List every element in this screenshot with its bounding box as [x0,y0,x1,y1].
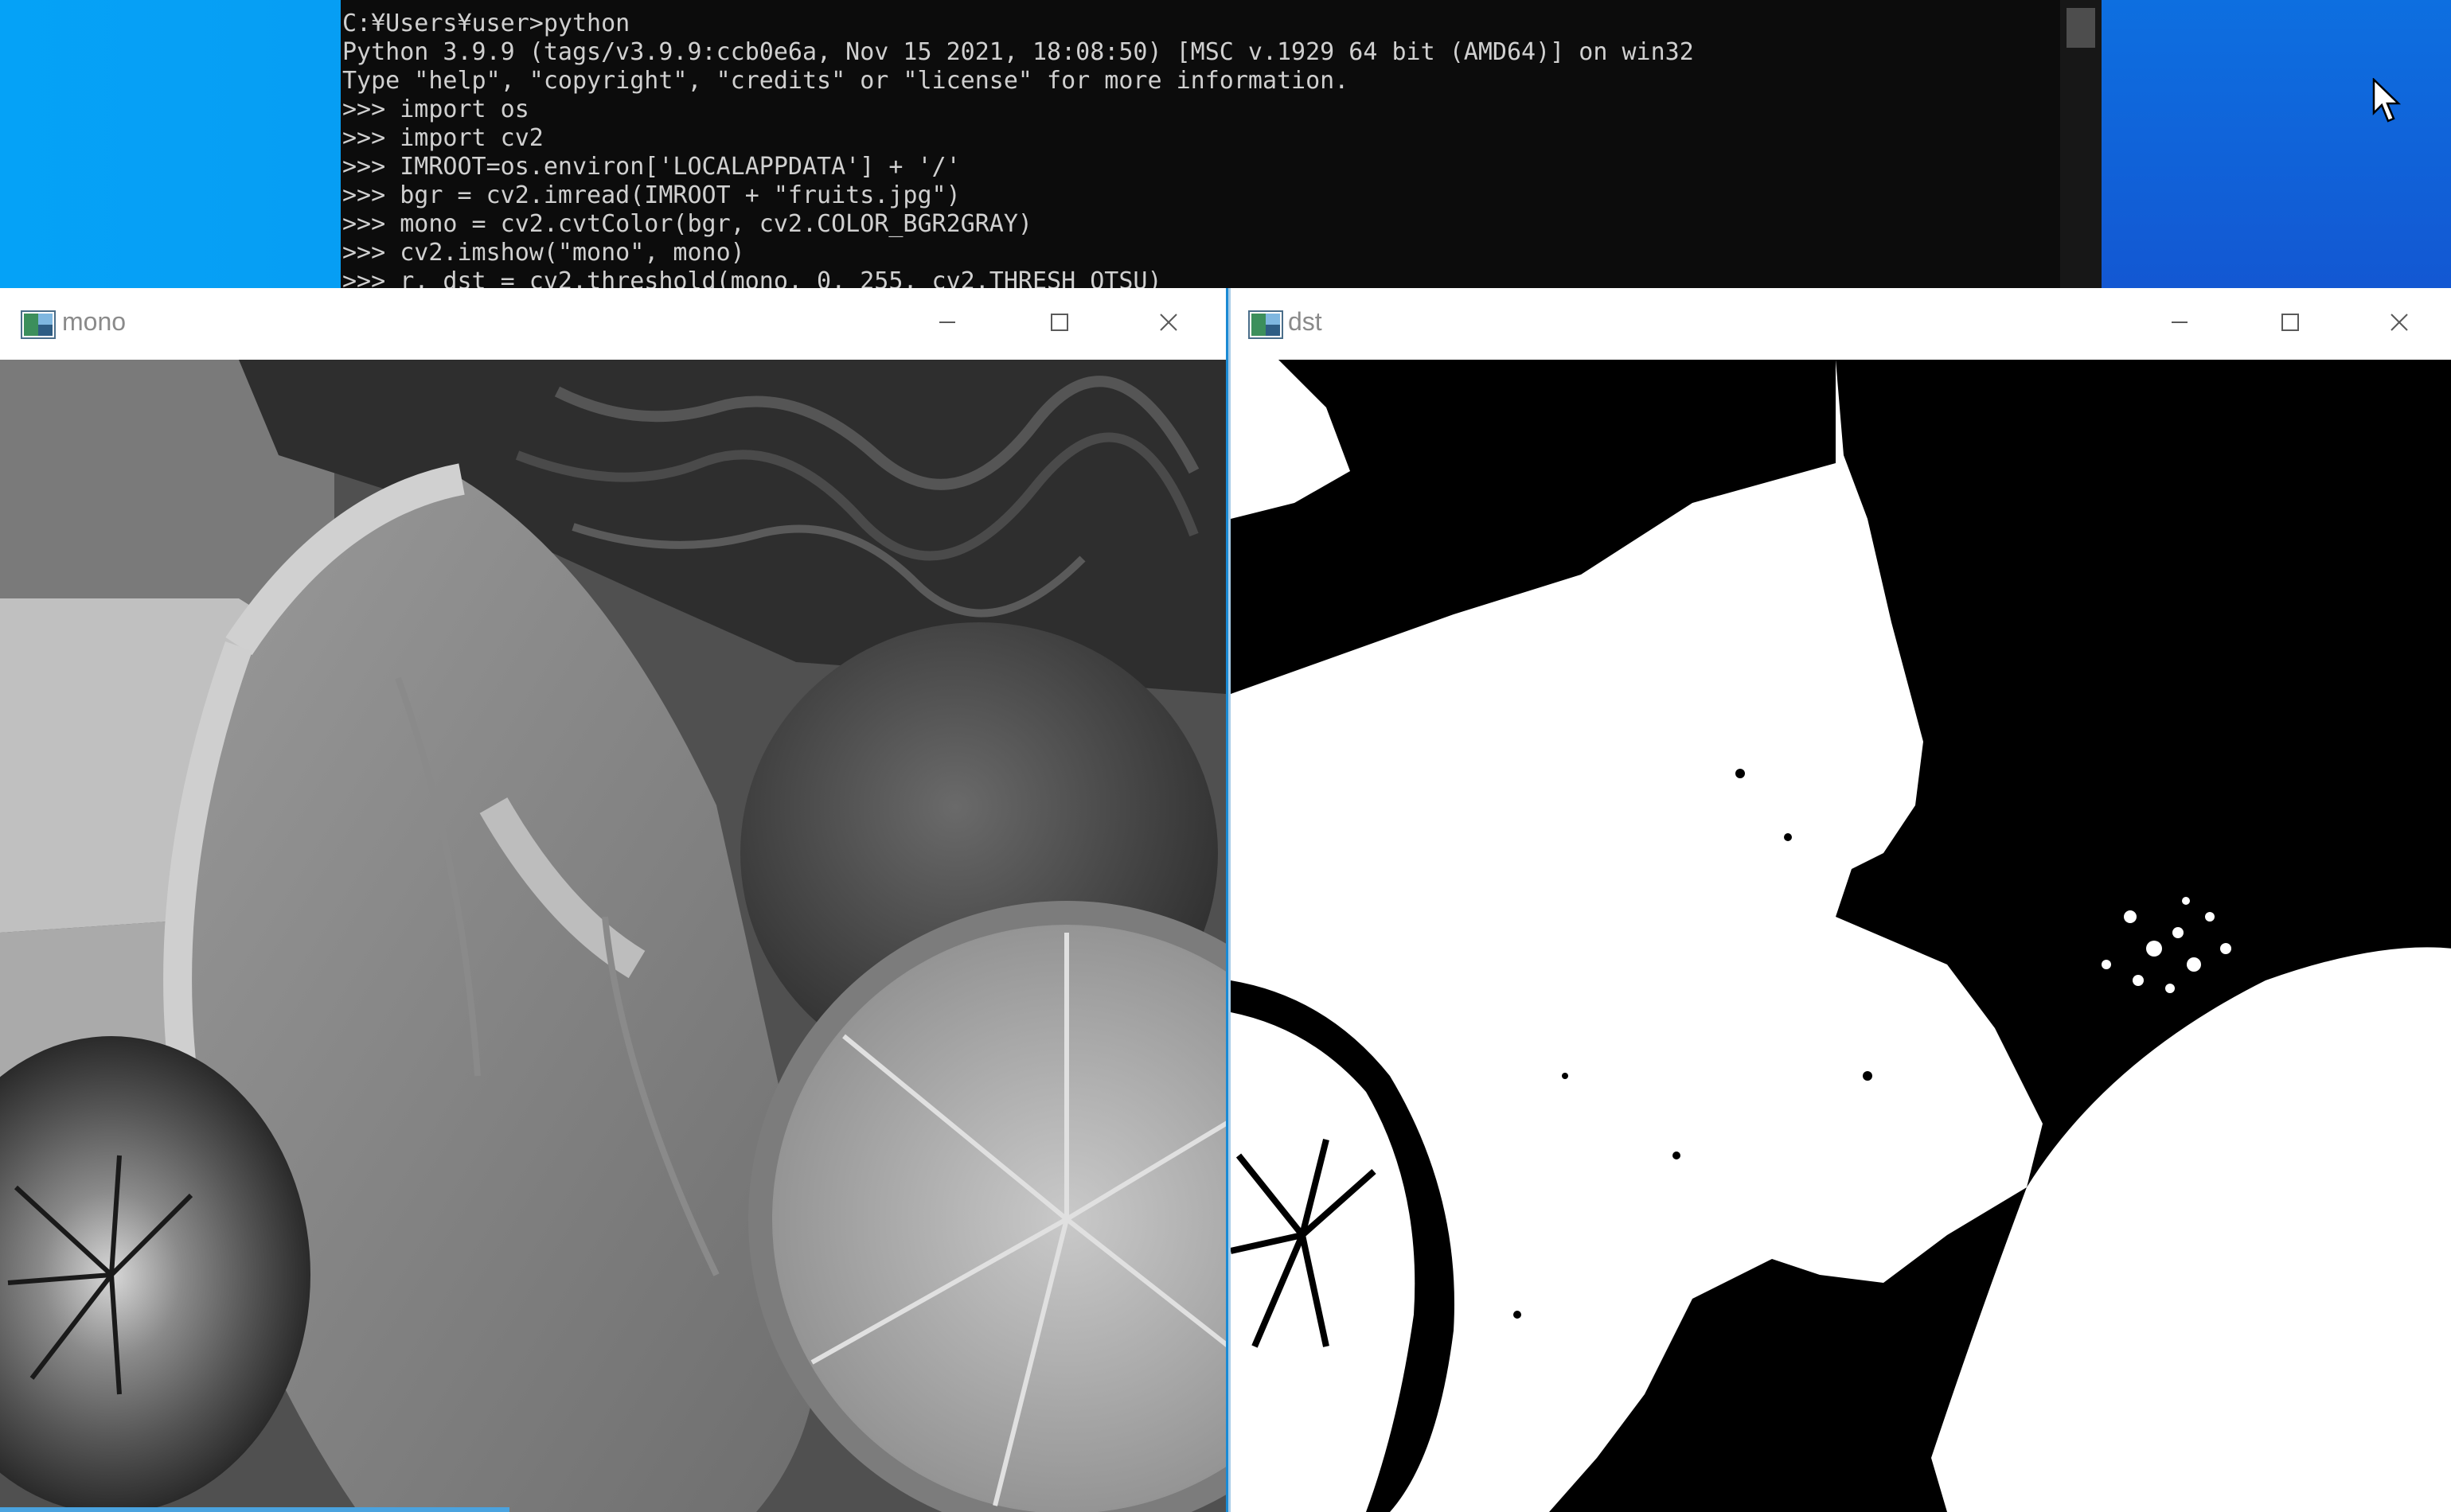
console-scrollbar-thumb[interactable] [2067,8,2095,48]
close-icon[interactable] [1145,302,1192,342]
minimize-icon[interactable] [2156,302,2203,342]
mono-window[interactable]: mono [0,288,1228,1512]
console-output: C:¥Users¥user>python Python 3.9.9 (tags/… [342,10,1694,288]
grayscale-fruits-image [0,360,1226,1512]
dst-image [1231,360,2451,1512]
console-scrollbar[interactable] [2060,0,2102,288]
opencv-window-icon [1248,310,1283,339]
dst-titlebar[interactable]: dst [1231,288,2451,360]
minimize-icon[interactable] [923,302,971,342]
dst-window[interactable]: dst [1228,288,2451,1512]
binary-threshold-image [1231,360,2451,1512]
opencv-window-icon [21,310,56,339]
mouse-cursor-icon [2372,78,2402,123]
maximize-icon[interactable] [1035,302,1083,342]
dst-window-title: dst [1288,307,1322,336]
maximize-icon[interactable] [2266,302,2313,342]
close-icon[interactable] [2375,302,2423,342]
window-bottom-accent [0,1507,509,1512]
mono-titlebar[interactable]: mono [0,288,1226,360]
mono-image [0,360,1226,1512]
console-window[interactable]: C:¥Users¥user>python Python 3.9.9 (tags/… [341,0,2102,288]
desktop-background-right [2102,0,2451,294]
mono-window-title: mono [62,307,127,336]
